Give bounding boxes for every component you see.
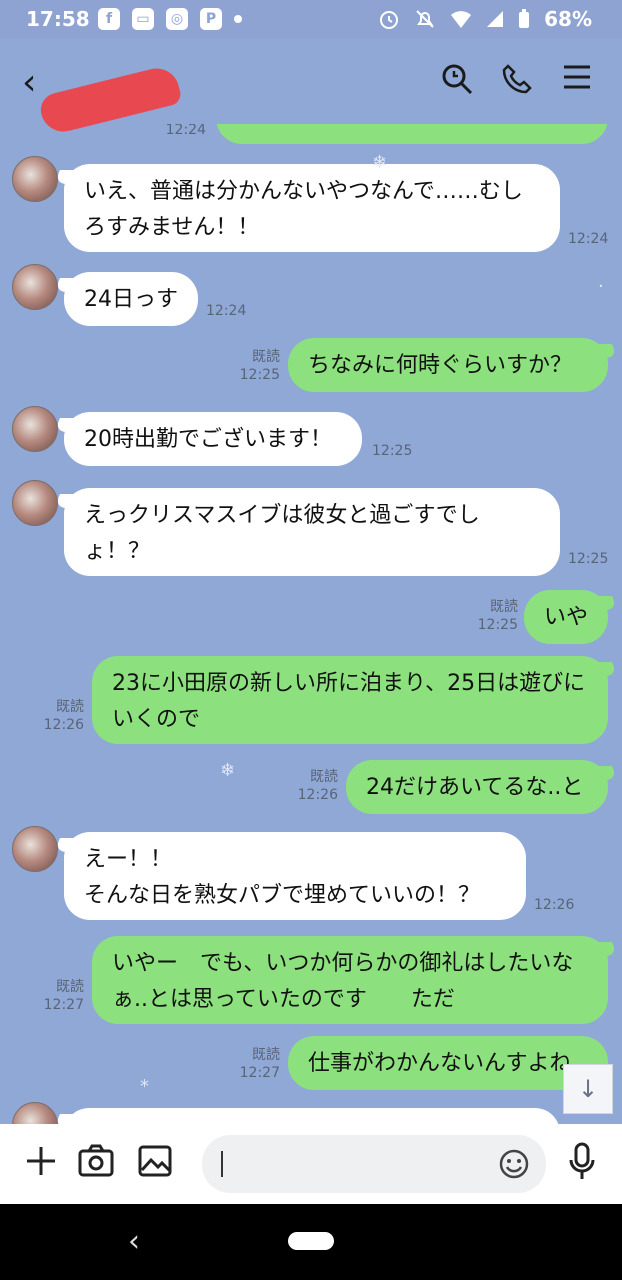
message-time: 12:24: [568, 231, 609, 247]
wifi-icon: [451, 11, 472, 28]
message-outgoing[interactable]: ちなみに何時ぐらいすか？: [288, 338, 608, 392]
image-icon[interactable]: [138, 1144, 172, 1178]
message-outgoing[interactable]: 23に小田原の新しい所に泊まり、25日は遊びにいくので: [92, 656, 608, 744]
message-time: 12:27: [43, 997, 84, 1013]
message-time: 12:26: [297, 787, 338, 803]
dot-icon: [234, 15, 242, 23]
avatar[interactable]: [12, 1102, 58, 1124]
message-read-status: 既読 12:26: [286, 768, 338, 804]
snowflake-icon: ❄: [372, 152, 388, 173]
signal-icon: [487, 11, 504, 27]
message-time: 12:25: [568, 551, 609, 567]
message-read-status: 既読 12:27: [228, 1046, 280, 1082]
document-icon: ▭: [132, 8, 154, 30]
read-label: 既読: [56, 979, 84, 995]
status-bar: 17:58 f ▭ ◎ P 68%: [0, 0, 622, 38]
message-time: 12:24: [206, 303, 247, 319]
message-time: 12:25: [477, 617, 518, 633]
avatar[interactable]: [12, 826, 58, 872]
smile-icon[interactable]: [498, 1148, 530, 1180]
payment-icon: P: [200, 8, 222, 30]
nav-back-icon[interactable]: ‹: [128, 1224, 140, 1259]
alarm-icon: [380, 11, 399, 29]
read-label: 既読: [56, 699, 84, 715]
message-time: 12:25: [239, 367, 280, 383]
message-input[interactable]: [202, 1135, 546, 1193]
chat-header: ‹: [0, 38, 622, 137]
message-outgoing[interactable]: 24だけあいてるな..と: [346, 760, 608, 814]
message-line: そんな日を熟女パブで埋めていいの！？: [84, 883, 481, 908]
message-time: 12:24: [165, 124, 206, 138]
message-time: 12:25: [372, 443, 413, 459]
system-icons: 68%: [378, 7, 592, 31]
notification-icons: f ▭ ◎ P: [98, 8, 242, 30]
message-read-status: 既読 12:25: [466, 598, 518, 634]
chevron-left-icon[interactable]: ‹: [22, 62, 36, 103]
instagram-icon: ◎: [166, 8, 188, 30]
message-outgoing[interactable]: いやー でも、いつか何らかの御礼はしたいなぁ..とは思っていたのです ただ: [92, 936, 608, 1024]
chat-area[interactable]: 12:24 いえ、普通は分かんないやつなんで……むしろすみません！！ 12:24…: [0, 124, 622, 1124]
message-incoming[interactable]: 24日っす: [64, 272, 198, 326]
avatar[interactable]: [12, 264, 58, 310]
message-incoming[interactable]: いえ、普通は分かんないやつなんで……むしろすみません！！: [64, 164, 560, 252]
message-incoming[interactable]: 20時出勤でございます！: [64, 412, 362, 466]
phone-icon[interactable]: [500, 62, 534, 96]
mic-icon[interactable]: [568, 1142, 596, 1182]
message-time: 12:26: [534, 897, 575, 913]
message-outgoing[interactable]: 仕事がわかんないんすよね: [288, 1036, 608, 1090]
menu-icon[interactable]: [562, 62, 592, 92]
snowflake-icon: *: [140, 1076, 149, 1097]
facebook-icon: f: [98, 8, 120, 30]
nav-home-pill[interactable]: [288, 1232, 334, 1250]
read-label: 既読: [252, 349, 280, 365]
input-bar: [0, 1124, 622, 1204]
message-incoming[interactable]: えっクリスマスイブは彼女と過ごすでしょ！？: [64, 488, 560, 576]
search-icon[interactable]: [440, 62, 474, 96]
message-partial-incoming[interactable]: [64, 1108, 560, 1124]
read-label: 既読: [310, 769, 338, 785]
arrow-down-icon[interactable]: ↓: [563, 1064, 613, 1114]
text-cursor: [221, 1151, 223, 1177]
avatar[interactable]: [12, 406, 58, 452]
system-nav-bar: ‹: [0, 1204, 622, 1280]
battery-level: 68%: [544, 7, 592, 31]
snowflake-icon: ·: [598, 276, 604, 297]
message-incoming[interactable]: えー！！ そんな日を熟女パブで埋めていいの！？: [64, 832, 526, 920]
avatar[interactable]: [12, 156, 58, 202]
avatar[interactable]: [12, 480, 58, 526]
status-time: 17:58: [26, 7, 90, 31]
mute-icon: [416, 10, 434, 28]
read-label: 既読: [490, 599, 518, 615]
message-time: 12:27: [239, 1065, 280, 1081]
camera-icon[interactable]: [78, 1144, 114, 1178]
battery-icon: [519, 9, 530, 28]
message-line: えー！！: [84, 847, 173, 872]
message-outgoing[interactable]: いや: [524, 590, 608, 644]
message-partial-outgoing[interactable]: [216, 124, 608, 144]
plus-icon[interactable]: [24, 1144, 58, 1178]
snowflake-icon: ❄: [220, 760, 236, 781]
message-read-status: 既読 12:26: [32, 698, 84, 734]
read-label: 既読: [252, 1047, 280, 1063]
message-read-status: 既読 12:25: [228, 348, 280, 384]
message-read-status: 既読 12:27: [32, 978, 84, 1014]
message-time: 12:26: [43, 717, 84, 733]
